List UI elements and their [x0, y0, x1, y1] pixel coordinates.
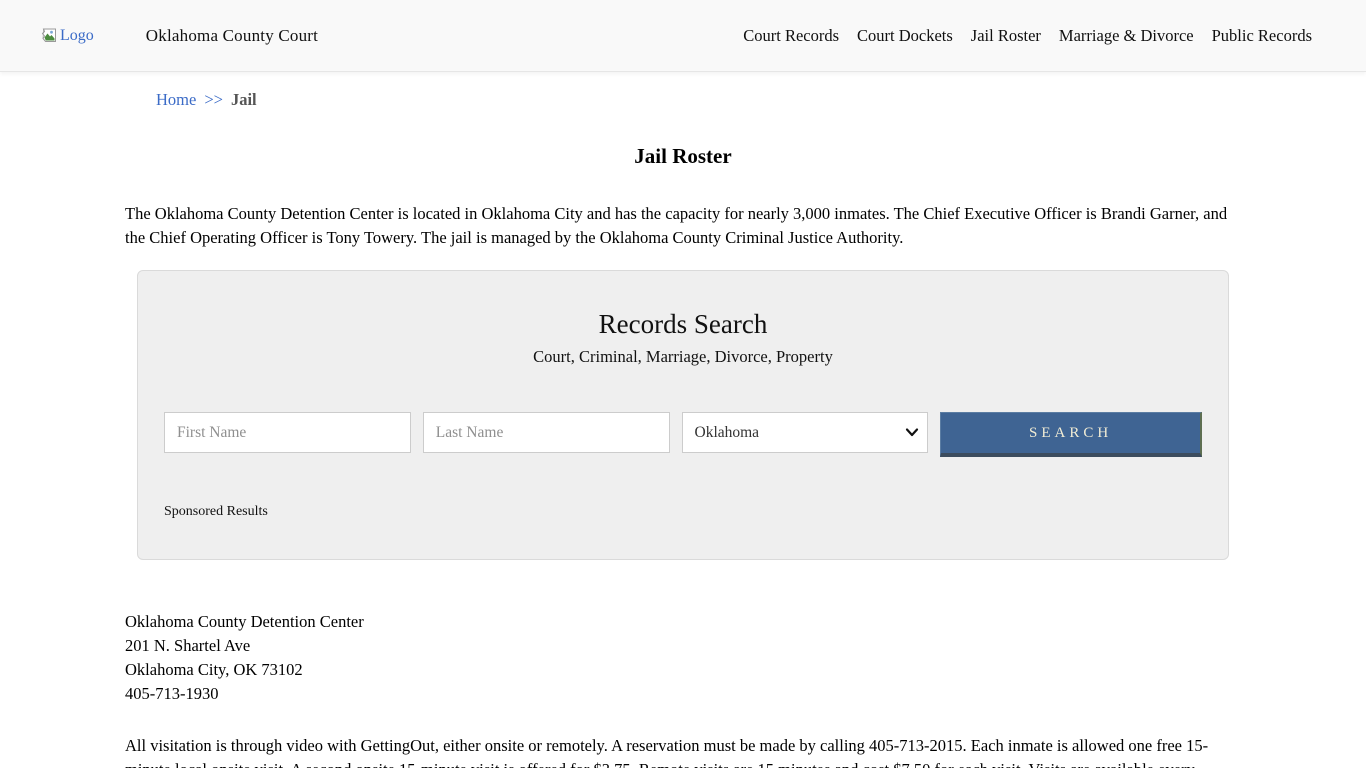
search-button[interactable]: SEARCH [940, 412, 1202, 457]
broken-image-icon [40, 28, 57, 43]
breadcrumb-separator: >> [204, 90, 223, 109]
visitation-paragraph: All visitation is through video with Get… [125, 734, 1241, 768]
main-content: Home >> Jail Jail Roster The Oklahoma Coun… [125, 90, 1241, 768]
state-select-wrap: Oklahoma [682, 412, 929, 453]
breadcrumb-current: Jail [231, 90, 257, 109]
facility-phone: 405-713-1930 [125, 682, 1241, 706]
records-search-subtitle: Court, Criminal, Marriage, Divorce, Prop… [164, 347, 1202, 367]
state-select[interactable]: Oklahoma [682, 412, 929, 453]
facility-address-block: Oklahoma County Detention Center 201 N. … [125, 610, 1241, 706]
site-title: Oklahoma County Court [146, 26, 318, 46]
brand: Logo Oklahoma County Court [40, 26, 318, 46]
logo-link[interactable]: Logo [40, 27, 94, 45]
facility-street: 201 N. Shartel Ave [125, 634, 1241, 658]
first-name-input[interactable] [164, 412, 411, 453]
nav-court-records[interactable]: Court Records [743, 26, 839, 46]
nav-marriage-divorce[interactable]: Marriage & Divorce [1059, 26, 1194, 46]
page-title: Jail Roster [125, 144, 1241, 169]
records-search-panel: Records Search Court, Criminal, Marriage… [137, 270, 1229, 560]
site-header: Logo Oklahoma County Court Court Records… [0, 0, 1366, 72]
breadcrumb-home-link[interactable]: Home [156, 90, 196, 109]
last-name-input[interactable] [423, 412, 670, 453]
logo-alt-text: Logo [60, 27, 94, 45]
sponsored-results-label: Sponsored Results [164, 504, 1202, 520]
records-search-title: Records Search [164, 309, 1202, 340]
records-search-form: Oklahoma SEARCH [164, 412, 1202, 457]
nav-court-dockets[interactable]: Court Dockets [857, 26, 953, 46]
facility-city-state-zip: Oklahoma City, OK 73102 [125, 658, 1241, 682]
first-name-field-wrap [164, 412, 411, 453]
main-nav: Court Records Court Dockets Jail Roster … [743, 26, 1312, 46]
nav-public-records[interactable]: Public Records [1212, 26, 1312, 46]
intro-paragraph: The Oklahoma County Detention Center is … [125, 202, 1241, 250]
facility-name: Oklahoma County Detention Center [125, 610, 1241, 634]
last-name-field-wrap [423, 412, 670, 453]
nav-jail-roster[interactable]: Jail Roster [971, 26, 1041, 46]
breadcrumb: Home >> Jail [156, 90, 1241, 110]
